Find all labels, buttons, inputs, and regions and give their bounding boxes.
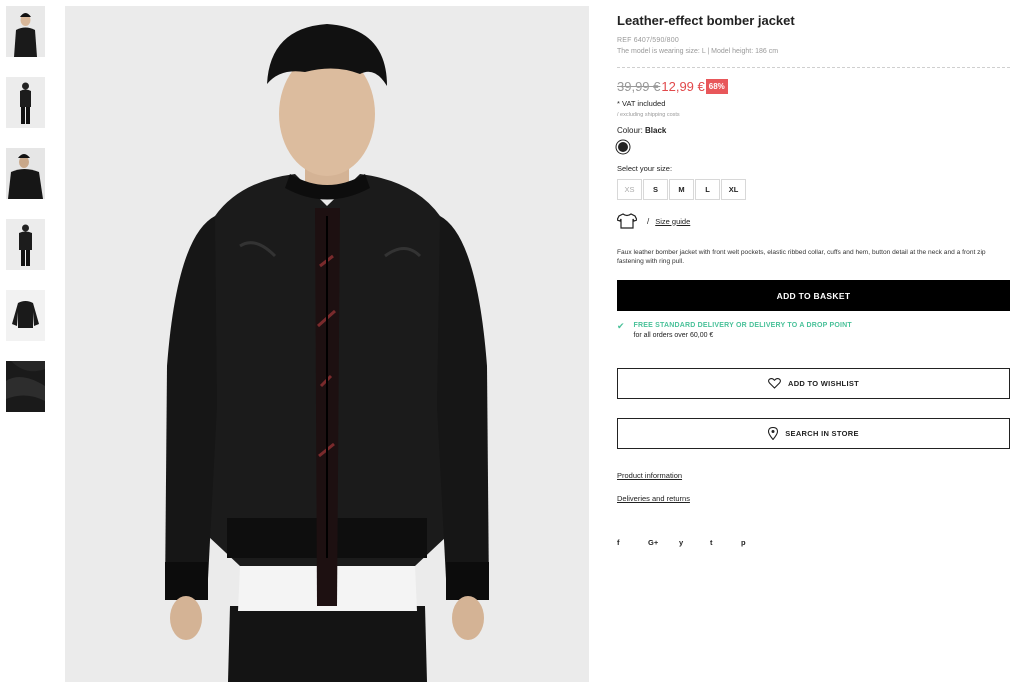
social-share: f G+ y t p: [617, 538, 772, 547]
twitter-icon[interactable]: y: [679, 538, 710, 547]
add-to-basket-button[interactable]: ADD TO BASKET: [617, 280, 1010, 311]
thumbnail-3[interactable]: [6, 148, 45, 199]
store-label: SEARCH IN STORE: [785, 429, 859, 438]
colour-label-text: Colour:: [617, 126, 643, 135]
location-pin-icon: [768, 427, 779, 440]
product-information-link[interactable]: Product information: [617, 471, 682, 480]
thumbnail-6[interactable]: [6, 361, 45, 412]
vat-note: * VAT included: [617, 99, 666, 108]
heart-icon: [768, 378, 781, 389]
check-icon: ✔: [617, 321, 625, 331]
divider: [617, 67, 1010, 68]
product-title: Leather-effect bomber jacket: [617, 13, 795, 28]
size-guide-row: / Size guide: [617, 213, 690, 229]
size-s-button[interactable]: S: [643, 179, 668, 200]
model-info: The model is wearing size: L | Model hei…: [617, 48, 779, 55]
product-main-image[interactable]: [65, 6, 589, 682]
wishlist-label: ADD TO WISHLIST: [787, 379, 860, 388]
product-description: Faux leather bomber jacket with front we…: [617, 249, 986, 265]
pinterest-icon[interactable]: p: [741, 538, 772, 547]
shipping-note: / excluding shipping costs: [617, 112, 680, 118]
select-size-label: Select your size:: [617, 164, 673, 173]
size-selector: XS S M L XL: [617, 179, 747, 200]
thumbnail-4[interactable]: [6, 219, 45, 270]
google-plus-icon[interactable]: G+: [648, 538, 679, 547]
size-guide-link[interactable]: Size guide: [655, 217, 690, 226]
facebook-icon[interactable]: f: [617, 538, 648, 547]
delivery-subtext: for all orders over 60,00 €: [633, 332, 714, 339]
tumblr-icon[interactable]: t: [710, 538, 741, 547]
thumbnail-list: [6, 6, 46, 432]
colour-label: Colour: Black: [617, 126, 666, 135]
tshirt-icon: [617, 213, 637, 229]
sale-price: 12,99 €: [661, 79, 705, 94]
colour-swatch-black[interactable]: [618, 142, 628, 152]
product-ref: REF 6407/590/800: [617, 37, 679, 44]
size-guide-separator: /: [647, 216, 650, 226]
thumbnail-2[interactable]: [6, 77, 45, 128]
add-to-wishlist-button[interactable]: ADD TO WISHLIST: [617, 368, 1010, 399]
colour-value: Black: [645, 126, 667, 135]
deliveries-returns-link[interactable]: Deliveries and returns: [617, 494, 690, 503]
size-xl-button[interactable]: XL: [721, 179, 746, 200]
delivery-info: ✔ FREE STANDARD DELIVERY OR DELIVERY TO …: [617, 321, 852, 340]
thumbnail-5[interactable]: [6, 290, 45, 341]
size-l-button[interactable]: L: [695, 179, 720, 200]
search-in-store-button[interactable]: SEARCH IN STORE: [617, 418, 1010, 449]
price-block: 39,99 € 12,99 € 68%: [617, 79, 728, 94]
size-xs-button[interactable]: XS: [617, 179, 642, 200]
size-m-button[interactable]: M: [669, 179, 694, 200]
delivery-headline: FREE STANDARD DELIVERY OR DELIVERY TO A …: [633, 322, 852, 329]
old-price: 39,99 €: [617, 79, 661, 94]
discount-badge: 68%: [705, 79, 728, 94]
thumbnail-1[interactable]: [6, 6, 45, 57]
